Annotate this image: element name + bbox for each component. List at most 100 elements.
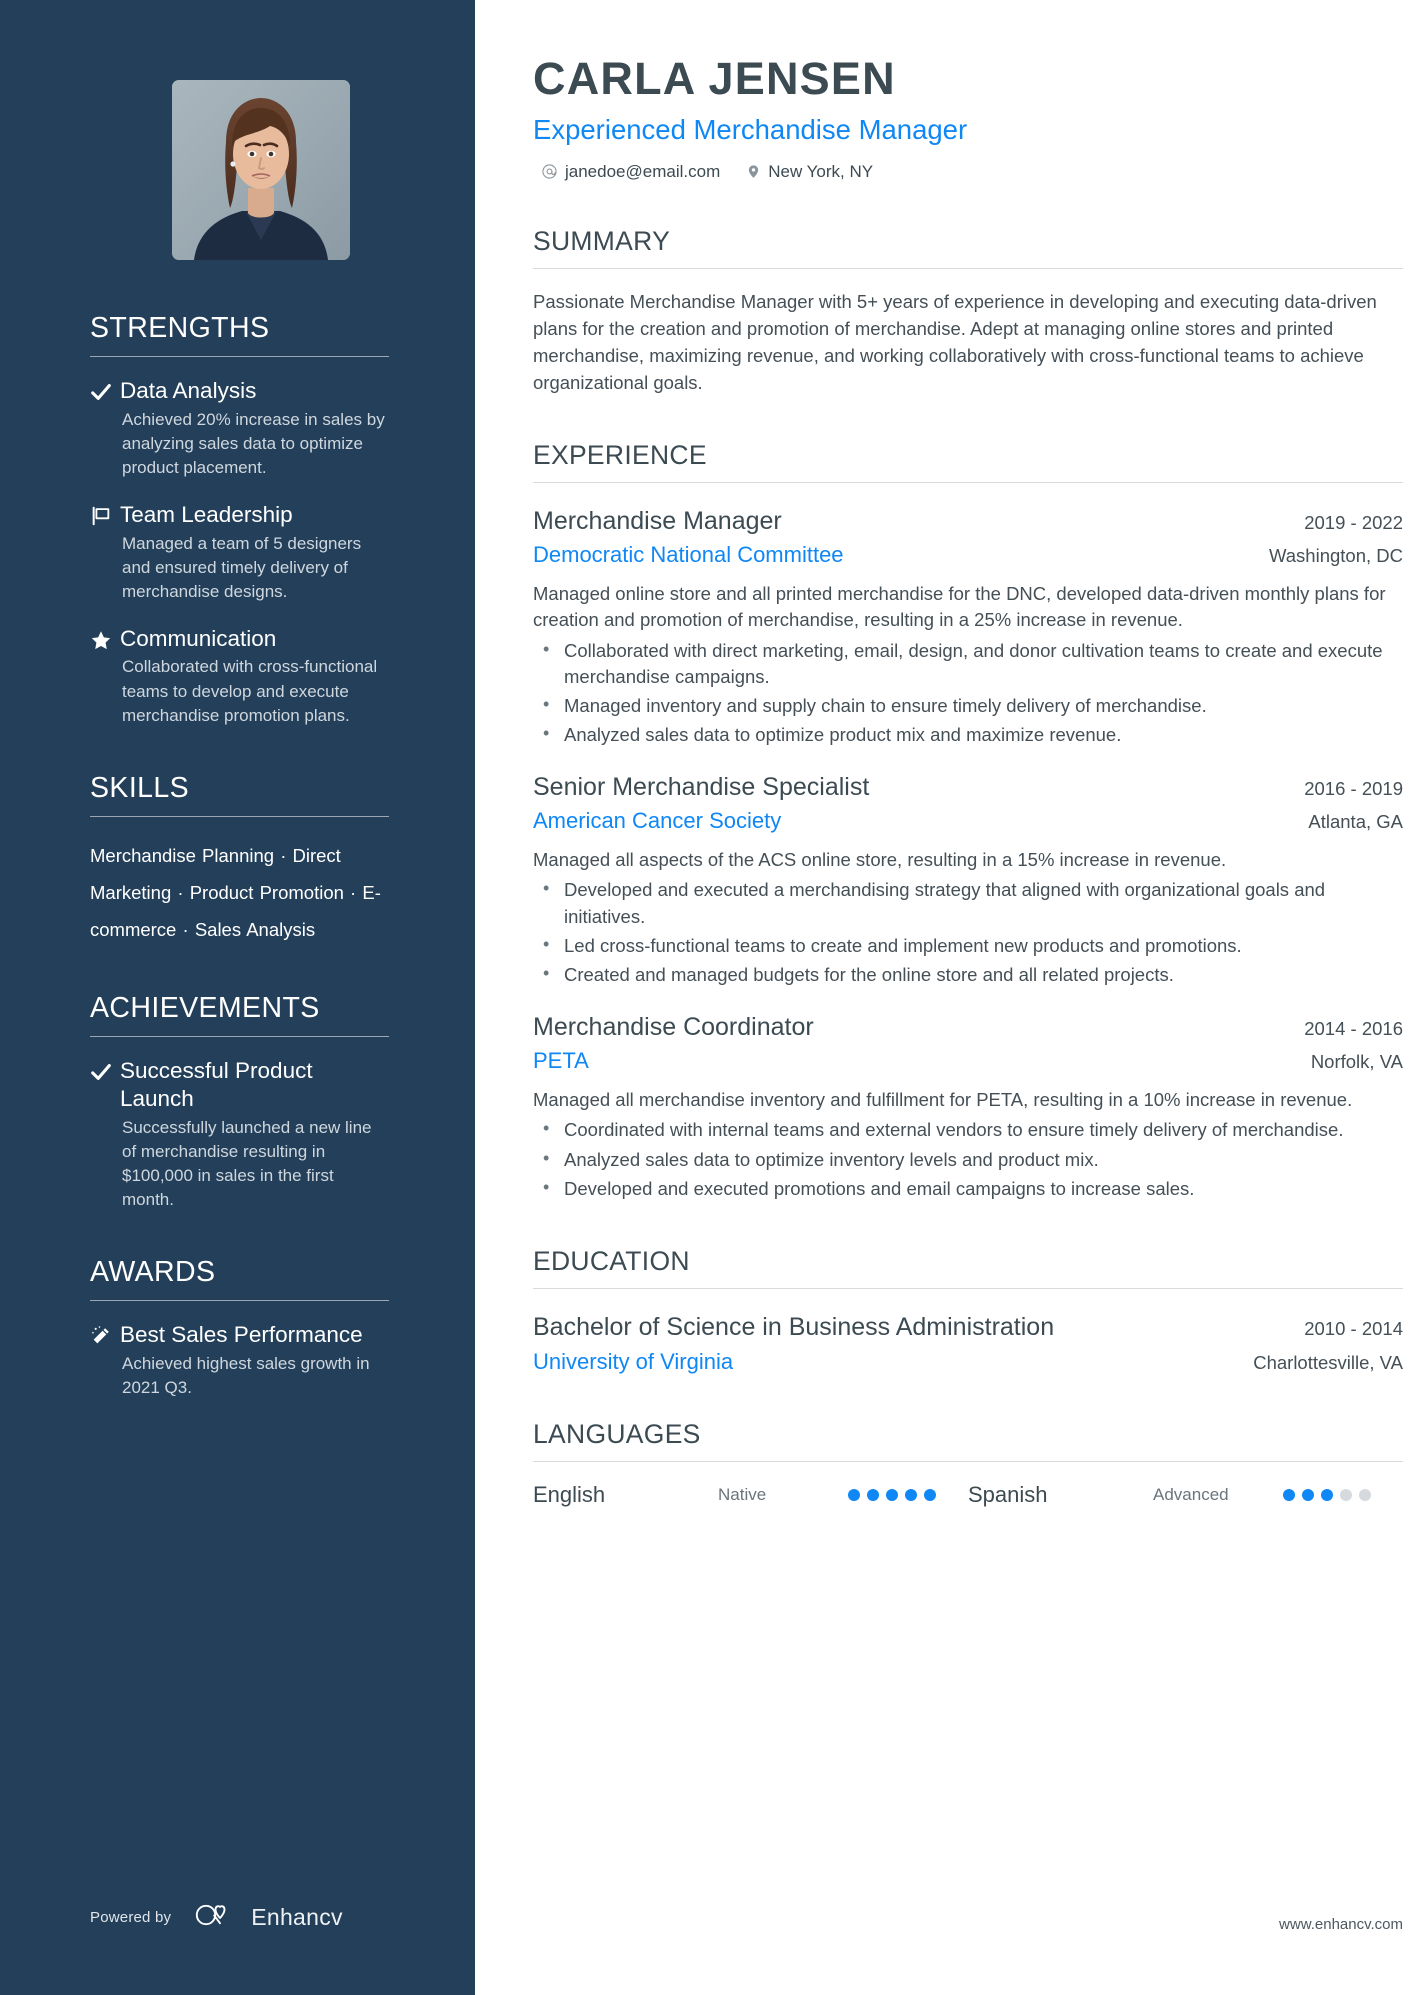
experience-title: Merchandise Coordinator [533,1012,814,1041]
star-icon [90,625,120,651]
resume-page: STRENGTHS Data Analysis Achieved 20% inc… [0,0,1410,1995]
section-achievements: ACHIEVEMENTS Successful Product Launch S… [90,992,389,1213]
bullet-item: Developed and executed promotions and em… [535,1175,1403,1202]
divider [90,1035,389,1037]
language-name: Spanish [968,1481,1048,1507]
bullet-item: Collaborated with direct marketing, emai… [535,637,1403,691]
rating-dot-filled [867,1488,879,1501]
contact-email[interactable]: janedoe@email.com [541,162,720,182]
check-icon [90,1057,120,1083]
main-column: CARLA JENSEN Experienced Merchandise Man… [475,0,1410,1995]
skill-tag: Sales Analysis [194,918,316,940]
enhancv-brand: Enhancv [194,1902,343,1933]
at-icon [541,163,558,180]
section-strengths: STRENGTHS Data Analysis Achieved 20% inc… [90,312,389,728]
skills-heading: SKILLS [90,771,190,804]
entry-org-row: American Cancer Society Atlanta, GA [533,808,1403,834]
skills-list: Merchandise Planning · Direct Marketing … [90,837,389,948]
bullet-item: Analyzed sales data to optimize product … [535,721,1403,748]
award-item: Best Sales Performance Achieved highest … [90,1321,389,1400]
education-list: Bachelor of Science in Business Administ… [533,1313,1403,1375]
experience-heading: EXPERIENCE [533,439,707,470]
experience-bullet-list: Coordinated with internal teams and exte… [533,1116,1403,1202]
divider [533,1288,1403,1290]
education-title: Bachelor of Science in Business Administ… [533,1313,1055,1342]
education-organization[interactable]: University of Virginia [533,1349,1229,1375]
bullet-item: Coordinated with internal teams and exte… [535,1116,1403,1143]
avatar-portrait-icon [172,80,350,260]
entry-org-row: PETA Norfolk, VA [533,1048,1403,1074]
map-pin-icon [746,163,761,180]
experience-description: Managed all merchandise inventory and fu… [533,1089,1353,1111]
skill-separator: · [176,918,195,940]
language-level: Native [718,1484,767,1504]
entry-title-row: Merchandise Coordinator 2014 - 2016 [533,1013,1403,1043]
experience-date: 2014 - 2016 [1304,1017,1403,1039]
achievements-heading: ACHIEVEMENTS [90,991,320,1024]
flag-icon [90,501,120,527]
experience-title: Merchandise Manager [533,506,782,535]
language-item: Spanish Advanced [968,1482,1403,1508]
award-title: Best Sales Performance [120,1322,363,1348]
rating-dot-filled [905,1488,917,1501]
magic-wand-icon [90,1321,120,1347]
entry-title-row: Senior Merchandise Specialist 2016 - 2019 [533,773,1403,803]
language-name: English [533,1481,606,1507]
experience-bullet-list: Collaborated with direct marketing, emai… [533,637,1403,749]
job-role-subtitle: Experienced Merchandise Manager [533,113,968,145]
entry-title-row: Merchandise Manager 2019 - 2022 [533,507,1403,537]
experience-location: Washington, DC [1268,545,1403,567]
divider [90,1300,389,1302]
bullet-item: Analyzed sales data to optimize inventor… [535,1146,1403,1173]
education-entry: Bachelor of Science in Business Administ… [533,1313,1403,1375]
rating-dot-filled [924,1488,936,1501]
experience-title: Senior Merchandise Specialist [533,772,870,801]
rating-dot-filled [1302,1488,1314,1501]
experience-description: Managed online store and all printed mer… [533,583,1386,631]
skill-separator: · [171,881,190,903]
language-level: Advanced [1153,1484,1229,1504]
language-rating-dots [848,1488,968,1501]
enhancv-logo-icon [194,1902,240,1933]
bullet-item: Created and managed budgets for the onli… [535,961,1403,988]
section-skills: SKILLS Merchandise Planning · Direct Mar… [90,772,389,948]
skill-tag: Merchandise Planning [90,844,275,866]
sidebar-footer: Powered by Enhancv [90,1902,343,1933]
avatar [172,80,350,260]
experience-organization[interactable]: American Cancer Society [533,808,1284,834]
experience-entry: Merchandise Manager 2019 - 2022 Democratic… [533,507,1403,749]
strength-description: Collaborated with cross-functional teams… [122,657,378,725]
divider [533,481,1403,483]
language-item: English Native [533,1482,968,1508]
check-icon [90,377,120,403]
language-rating-dots [1283,1488,1403,1501]
experience-entry: Senior Merchandise Specialist 2016 - 2019… [533,773,1403,989]
achievement-title: Successful Product Launch [120,1057,313,1112]
awards-heading: AWARDS [90,1256,216,1289]
experience-date: 2016 - 2019 [1304,777,1403,799]
languages-heading: LANGUAGES [533,1418,701,1449]
website-footer: www.enhancv.com [1279,1916,1403,1933]
rating-dot-filled [1283,1488,1295,1501]
strength-title: Data Analysis [120,378,257,403]
contact-bar: janedoe@email.com New York, NY [533,162,1403,182]
section-education: EDUCATION Bachelor of Science in Busines… [533,1246,1403,1375]
bullet-item: Developed and executed a merchandising s… [535,876,1403,930]
experience-bullet-list: Developed and executed a merchandising s… [533,876,1403,988]
bullet-item: Led cross-functional teams to create and… [535,932,1403,959]
skill-separator: · [343,881,363,903]
education-heading: EDUCATION [533,1246,690,1277]
experience-organization[interactable]: PETA [533,1048,1287,1074]
education-date: 2010 - 2014 [1304,1318,1403,1340]
strength-item: Team Leadership Managed a team of 5 desi… [90,501,389,604]
rating-dot-empty [1340,1488,1352,1501]
strength-description: Managed a team of 5 designers and ensure… [122,533,362,601]
achievement-description: Successfully launched a new line of merc… [122,1117,372,1210]
divider [90,356,389,357]
experience-date: 2019 - 2022 [1304,511,1403,533]
experience-organization[interactable]: Democratic National Committee [533,542,1245,568]
entry-title-row: Bachelor of Science in Business Administ… [533,1313,1403,1343]
education-location: Charlottesville, VA [1253,1351,1403,1373]
divider [533,1460,1403,1462]
contact-email-text: janedoe@email.com [565,161,721,181]
